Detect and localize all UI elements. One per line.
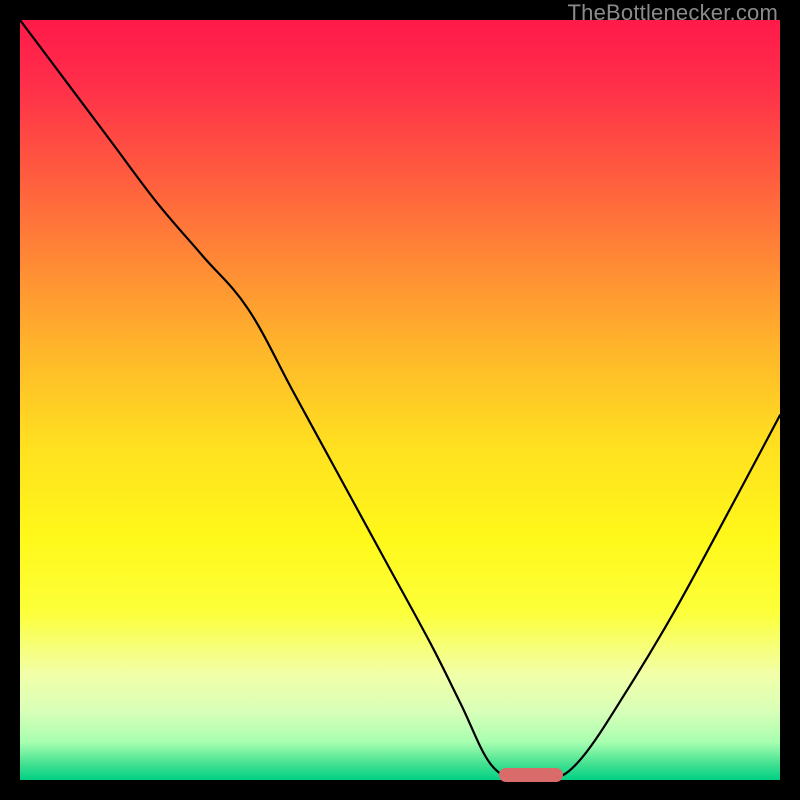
bottleneck-curve [20,20,780,780]
chart-container: TheBottlenecker.com [0,0,800,800]
plot-area [20,20,780,780]
optimal-marker [499,768,564,782]
